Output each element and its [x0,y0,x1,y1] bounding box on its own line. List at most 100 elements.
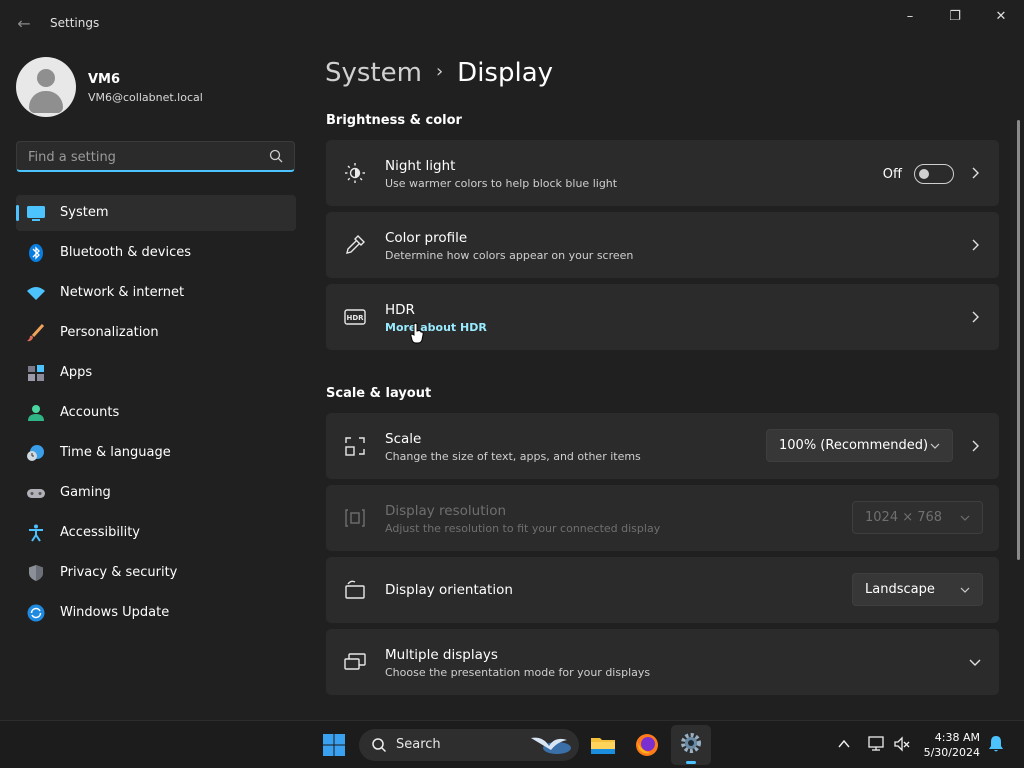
chevron-right-icon [972,311,979,323]
windows-start-icon[interactable] [318,729,350,761]
taskbar-search-label: Search [396,737,441,752]
search-highlight-icon [531,737,571,754]
chevron-down-icon [960,515,970,521]
clock-date: 5/30/2024 [923,746,980,759]
dropdown-value: 1024 × 768 [865,510,943,525]
dropdown-value: Landscape [865,582,935,597]
user-name: VM6 [88,72,121,87]
file-explorer-icon[interactable] [587,729,619,761]
card-title: Multiple displays [385,647,498,663]
sidebar-item-label: Accessibility [60,525,140,540]
page-title: Display [457,58,554,88]
avatar-head [37,69,55,87]
card-subtitle: Use warmer colors to help block blue lig… [385,177,618,190]
apps-icon [28,365,44,381]
shield-icon [29,565,43,581]
orientation-dropdown[interactable]: Landscape [852,573,983,606]
breadcrumb: System › Display [325,58,553,88]
night-light-toggle[interactable] [914,164,954,184]
hdr-card[interactable]: HDR HDR More about HDR [326,284,999,350]
taskbar: Search 4:38 AM 5/30/2024 [0,720,1024,768]
close-button[interactable]: ✕ [979,6,1023,28]
firefox-icon[interactable] [631,729,663,761]
sidebar-item-label: Bluetooth & devices [60,245,191,260]
sidebar-item-time-language[interactable]: Time & language [16,435,296,471]
search-icon[interactable] [268,148,284,164]
sidebar-item-label: Privacy & security [60,565,178,580]
paintbrush-icon [27,324,45,342]
card-title: HDR [385,302,415,318]
sidebar-item-accounts[interactable]: Accounts [16,395,296,431]
sidebar-item-windows-update[interactable]: Windows Update [16,595,296,631]
avatar[interactable] [16,57,76,117]
globe-clock-icon [27,445,44,461]
multiple-displays-card[interactable]: Multiple displays Choose the presentatio… [326,629,999,695]
sidebar-item-label: System [60,205,109,220]
multiple-displays-icon [344,653,366,670]
scale-icon [345,437,365,456]
settings-taskbar-button[interactable] [671,725,711,765]
sidebar-item-apps[interactable]: Apps [16,355,296,391]
hdr-icon: HDR [344,309,366,325]
night-light-card[interactable]: Night light Use warmer colors to help bl… [326,140,999,206]
sidebar-item-personalization[interactable]: Personalization [16,315,296,351]
back-arrow-icon[interactable]: ← [14,14,34,34]
toggle-state-label: Off [882,167,902,182]
card-title: Color profile [385,230,468,246]
display-orientation-card[interactable]: Display orientation Landscape [326,557,999,623]
card-title: Display resolution [385,503,507,519]
chevron-down-icon [930,443,940,449]
toggle-knob [919,169,929,179]
gamepad-icon [27,489,45,498]
chevron-down-icon[interactable] [969,656,981,668]
person-icon [28,405,44,421]
sidebar-nav: System Bluetooth & devices Network & int… [16,195,296,635]
notification-bell-icon[interactable] [988,735,1004,753]
card-title: Scale [385,431,422,447]
card-title: Night light [385,158,456,174]
more-about-hdr-link[interactable]: More about HDR [385,321,487,334]
scrollbar[interactable] [1017,120,1020,560]
section-heading-scale: Scale & layout [326,386,432,401]
sidebar-item-label: Personalization [60,325,159,340]
clock-time: 4:38 AM [934,731,980,744]
wifi-icon [27,287,45,300]
sidebar-item-bluetooth[interactable]: Bluetooth & devices [16,235,296,271]
user-email: VM6@collabnet.local [88,91,203,104]
sidebar-item-network[interactable]: Network & internet [16,275,296,311]
taskbar-clock[interactable]: 4:38 AM 5/30/2024 [924,730,980,760]
chevron-right-icon [972,440,979,452]
card-subtitle: Adjust the resolution to fit your connec… [385,522,661,535]
card-subtitle: Determine how colors appear on your scre… [385,249,634,262]
breadcrumb-parent[interactable]: System [325,58,422,88]
title-bar: ← Settings – ❐ ✕ [0,0,1024,48]
eyedropper-icon [346,235,365,254]
sidebar-item-privacy[interactable]: Privacy & security [16,555,296,591]
sidebar-item-label: Network & internet [60,285,185,300]
sidebar-item-label: Windows Update [60,605,170,620]
chevron-down-icon [960,587,970,593]
bluetooth-icon [29,244,43,262]
card-subtitle: Change the size of text, apps, and other… [385,450,641,463]
sidebar-item-accessibility[interactable]: Accessibility [16,515,296,551]
card-subtitle: Choose the presentation mode for your di… [385,666,651,679]
taskbar-search[interactable]: Search [359,729,579,761]
minimize-button[interactable]: – [888,6,932,28]
sidebar-item-system[interactable]: System [16,195,296,231]
update-icon [27,604,45,622]
maximize-button[interactable]: ❐ [933,6,977,28]
section-heading-brightness: Brightness & color [326,113,462,128]
chevron-up-icon[interactable] [837,737,851,751]
chevron-right-icon [972,167,979,179]
scale-card[interactable]: Scale Change the size of text, apps, and… [326,413,999,479]
resolution-dropdown: 1024 × 768 [852,501,983,534]
sidebar-item-gaming[interactable]: Gaming [16,475,296,511]
sidebar-item-label: Gaming [60,485,111,500]
network-icon[interactable] [867,735,887,753]
color-profile-card[interactable]: Color profile Determine how colors appea… [326,212,999,278]
avatar-body [29,91,63,113]
search-input[interactable] [26,147,256,167]
volume-muted-icon[interactable] [893,735,911,753]
scale-dropdown[interactable]: 100% (Recommended) [766,429,953,462]
search-box[interactable] [16,141,295,172]
